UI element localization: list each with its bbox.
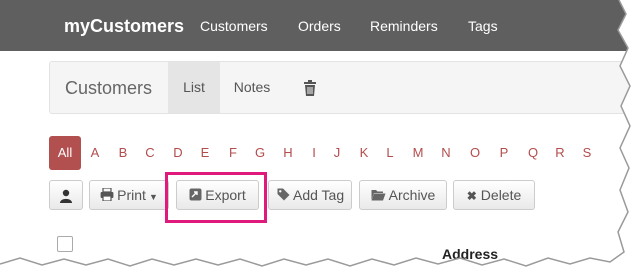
nav-orders[interactable]: Orders [298,18,341,34]
alpha-q[interactable]: Q [525,136,541,170]
print-button[interactable]: Print ▼ [89,180,169,210]
alpha-n[interactable]: N [439,136,453,170]
close-icon: ✖ [466,189,477,203]
archive-label: Archive [388,187,436,203]
alpha-b[interactable]: B [116,136,130,170]
user-button[interactable] [49,180,83,210]
alpha-f[interactable]: F [226,136,240,170]
folder-open-icon [371,190,386,201]
alpha-all[interactable]: All [49,136,81,170]
alpha-i[interactable]: I [307,136,321,170]
add-tag-label: Add Tag [293,187,345,203]
nav-tags[interactable]: Tags [468,18,498,34]
alpha-g[interactable]: G [253,136,267,170]
tab-notes[interactable]: Notes [226,62,278,113]
alpha-h[interactable]: H [281,136,295,170]
alpha-o[interactable]: O [467,136,483,170]
nav-customers[interactable]: Customers [200,18,268,34]
alpha-l[interactable]: L [383,136,397,170]
trash-icon[interactable] [296,62,324,113]
alpha-d[interactable]: D [171,136,185,170]
address-column-header: Address [442,246,499,262]
top-navbar: myCustomers Customers Orders Reminders T… [0,0,634,51]
alpha-k[interactable]: K [357,136,371,170]
page-title: Customers [65,78,153,98]
tag-icon [277,188,290,201]
nav-reminders[interactable]: Reminders [370,18,438,34]
user-icon [60,190,72,204]
print-label: Print [117,187,146,203]
alpha-p[interactable]: P [497,136,511,170]
app-frame: myCustomers Customers Orders Reminders T… [0,0,634,274]
archive-button[interactable]: Archive [359,180,447,210]
alpha-c[interactable]: C [143,136,157,170]
printer-icon [100,187,114,202]
alpha-m[interactable]: M [410,136,426,170]
brand-logo[interactable]: myCustomers [64,16,184,37]
delete-label: Delete [480,187,522,203]
alpha-r[interactable]: R [553,136,567,170]
add-tag-button[interactable]: Add Tag [268,180,352,210]
customers-subnav: Customers List Notes [49,61,634,114]
select-all-checkbox[interactable] [57,236,73,252]
alpha-e[interactable]: E [198,136,212,170]
alpha-a[interactable]: A [88,136,102,170]
tab-list[interactable]: List [168,62,220,113]
alpha-s[interactable]: S [580,136,594,170]
caret-down-icon: ▼ [148,192,158,202]
delete-button[interactable]: ✖ Delete [453,180,535,210]
export-highlight-box [165,172,267,223]
alpha-j[interactable]: J [330,136,344,170]
